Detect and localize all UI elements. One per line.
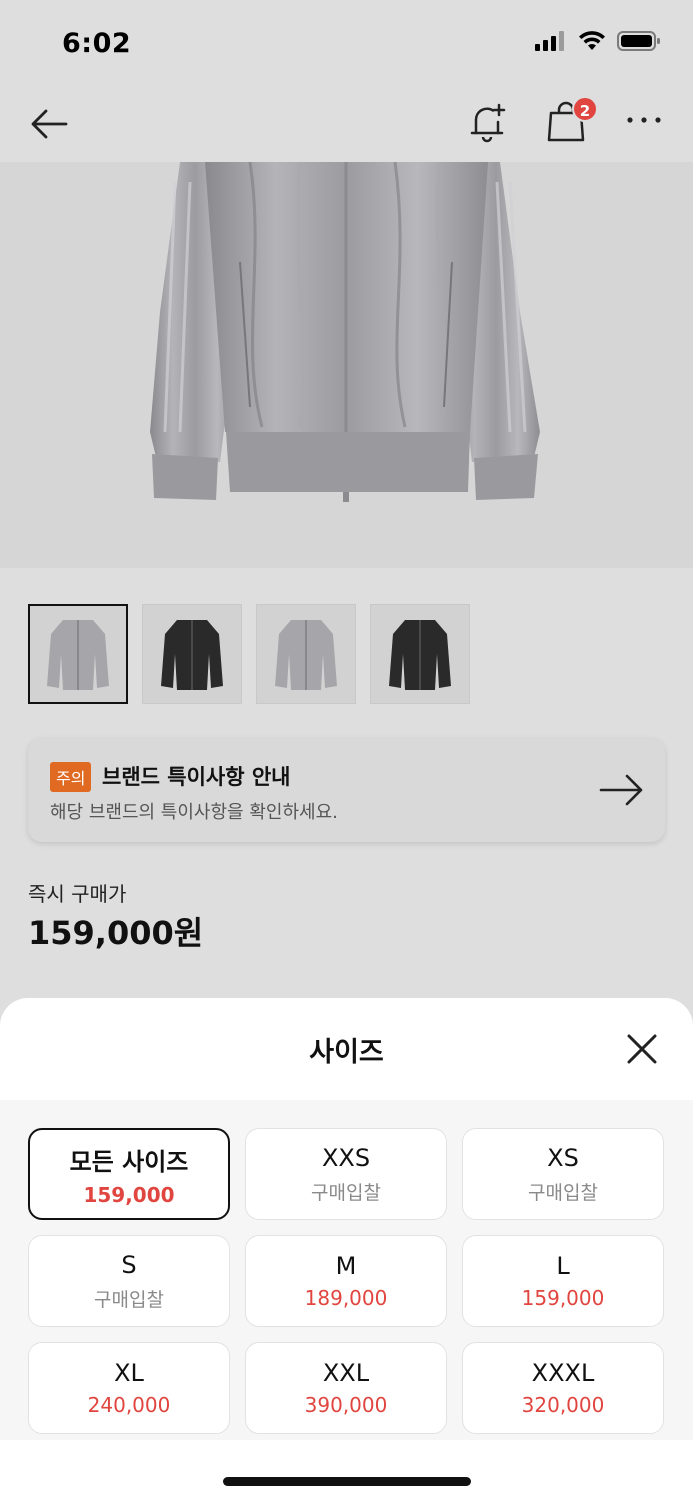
status-bar: 6:02: [0, 0, 693, 88]
jacket-image: [150, 162, 540, 502]
size-name: XL: [114, 1359, 144, 1387]
instant-buy-price: 159,000원: [28, 914, 204, 952]
size-option-xs[interactable]: XS 구매입찰: [462, 1128, 664, 1220]
size-price: 159,000: [83, 1182, 175, 1207]
size-option-xxxl[interactable]: XXXL 320,000: [462, 1342, 664, 1434]
notice-title: 브랜드 특이사항 안내: [102, 765, 291, 789]
thumbnail-silver-2[interactable]: [256, 604, 356, 704]
size-option-xxl[interactable]: XXL 390,000: [245, 1342, 447, 1434]
thumbnail-strip: [28, 604, 470, 704]
jacket-thumbnail-icon: [161, 620, 223, 690]
size-name: XXXL: [531, 1359, 595, 1387]
sheet-title: 사이즈: [309, 1037, 384, 1068]
size-name: S: [121, 1250, 137, 1279]
jacket-thumbnail-icon: [389, 620, 451, 690]
size-option-xxs[interactable]: XXS 구매입찰: [245, 1128, 447, 1220]
sheet-header: 사이즈: [0, 998, 693, 1100]
more-icon[interactable]: [624, 108, 664, 132]
size-name: XXL: [322, 1359, 370, 1387]
status-icons: [535, 30, 661, 52]
size-option-xl[interactable]: XL 240,000: [28, 1342, 230, 1434]
notice-subtitle: 해당 브랜드의 특이사항을 확인하세요.: [50, 802, 338, 823]
size-grid: 모든 사이즈 159,000 XXS 구매입찰 XS 구매입찰 S 구매입찰 M…: [28, 1128, 664, 1434]
back-arrow-icon[interactable]: [28, 102, 72, 146]
thumbnail-silver-1[interactable]: [28, 604, 128, 704]
bell-add-icon[interactable]: [466, 100, 510, 144]
jacket-thumbnail-icon: [47, 620, 109, 690]
signal-icon: [535, 31, 564, 51]
size-price: 320,000: [521, 1393, 605, 1417]
size-option-m[interactable]: M 189,000: [245, 1235, 447, 1327]
size-grid-area: 모든 사이즈 159,000 XXS 구매입찰 XS 구매입찰 S 구매입찰 M…: [0, 1100, 693, 1440]
brand-notice-card[interactable]: 주의 브랜드 특이사항 안내 해당 브랜드의 특이사항을 확인하세요.: [28, 738, 665, 842]
top-nav: 2: [0, 88, 693, 162]
size-name: XXS: [321, 1143, 371, 1172]
thumbnail-black-2[interactable]: [370, 604, 470, 704]
instant-buy-label: 즉시 구매가: [28, 882, 127, 906]
jacket-thumbnail-icon: [275, 620, 337, 690]
close-icon[interactable]: [623, 1030, 661, 1068]
size-name: 모든 사이즈: [69, 1147, 189, 1176]
size-price: 구매입찰: [528, 1181, 598, 1204]
size-price: 구매입찰: [94, 1288, 164, 1311]
size-price: 189,000: [304, 1286, 388, 1310]
size-bottom-sheet: 사이즈 모든 사이즈 159,000 XXS 구매입찰 XS 구매입찰 S 구매…: [0, 998, 693, 1500]
size-price: 159,000: [521, 1286, 605, 1310]
size-price: 구매입찰: [311, 1181, 381, 1204]
arrow-right-icon: [599, 774, 643, 806]
size-option-s[interactable]: S 구매입찰: [28, 1235, 230, 1327]
product-image[interactable]: [0, 162, 693, 568]
size-price: 390,000: [304, 1393, 388, 1417]
size-name: XS: [547, 1143, 579, 1172]
shopping-bag-button[interactable]: 2: [544, 96, 598, 146]
battery-icon: [617, 31, 660, 51]
cart-count-badge: 2: [572, 96, 598, 122]
size-option-l[interactable]: L 159,000: [462, 1235, 664, 1327]
thumbnail-black-1[interactable]: [142, 604, 242, 704]
caution-tag: 주의: [50, 762, 92, 792]
status-time: 6:02: [62, 28, 132, 59]
home-indicator[interactable]: [223, 1477, 471, 1486]
size-name: M: [335, 1252, 357, 1280]
wifi-icon: [579, 31, 605, 50]
size-name: L: [556, 1252, 570, 1280]
size-price: 240,000: [87, 1393, 171, 1417]
size-option-all[interactable]: 모든 사이즈 159,000: [28, 1128, 230, 1220]
sheet-bottom: [0, 1440, 693, 1500]
